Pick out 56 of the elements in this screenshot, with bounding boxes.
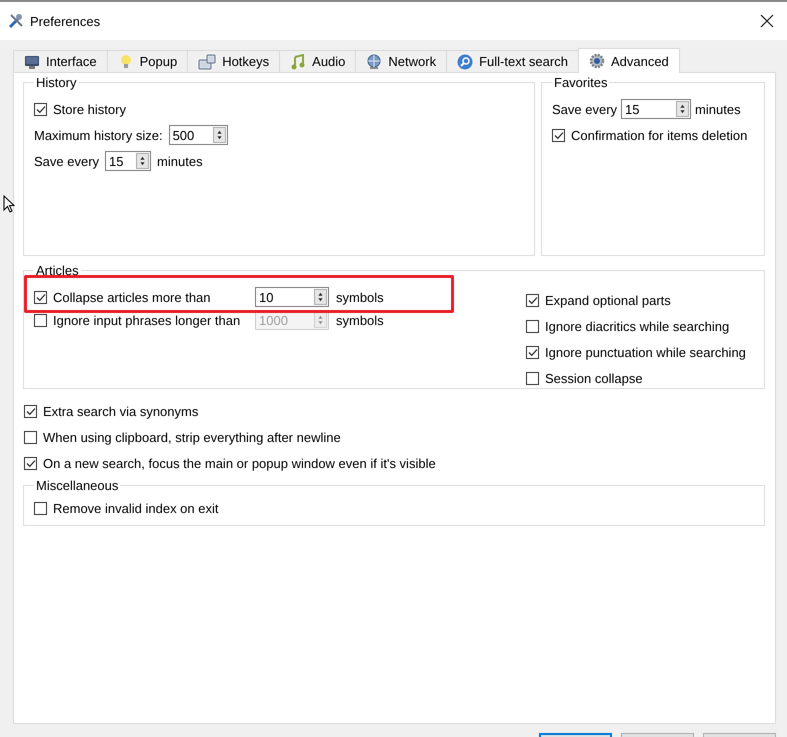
checkbox-label: Session collapse: [545, 370, 643, 386]
tab[interactable]: Advanced: [578, 48, 680, 73]
stepper-arrows-icon[interactable]: [212, 127, 226, 143]
checkbox-label: Confirmation for items deletion: [571, 128, 748, 142]
checkbox-label: Collapse articles more than: [53, 290, 211, 304]
checkbox[interactable]: [34, 502, 47, 514]
unit-label: minutes: [157, 154, 203, 168]
checkbox[interactable]: [526, 346, 539, 358]
checkbox-label: On a new search, focus the main or popup window even if it's visible: [43, 456, 436, 470]
checkbox-label: Ignore punctuation while searching: [545, 344, 746, 360]
group-title: Favorites: [553, 75, 608, 90]
field-label: Save every: [552, 102, 618, 116]
field-label: Maximum history size:: [34, 128, 163, 142]
spin-box[interactable]: 500: [168, 125, 228, 145]
tab[interactable]: Interface: [13, 50, 108, 72]
group-title: Articles: [35, 263, 80, 278]
unit-label: minutes: [695, 102, 741, 116]
stepper-arrows-icon[interactable]: [136, 153, 150, 169]
checkbox[interactable]: [34, 290, 47, 304]
checkbox-label: When using clipboard, strip everything after newline: [43, 430, 341, 444]
spin-box[interactable]: 10: [255, 287, 329, 307]
tools-icon: [8, 13, 24, 29]
unit-label: symbols: [336, 312, 384, 328]
checkbox[interactable]: [24, 456, 37, 470]
monitor-icon: [24, 54, 40, 70]
checkbox[interactable]: [526, 294, 539, 306]
group-title: History: [35, 75, 78, 90]
tab[interactable]: Network: [355, 50, 448, 72]
checkbox-label: Remove invalid index on exit: [53, 500, 218, 516]
checkbox[interactable]: [34, 102, 47, 116]
tab[interactable]: Popup: [106, 50, 188, 72]
globe-icon: [366, 54, 382, 70]
field-label: Save every: [34, 154, 100, 168]
unit-label: symbols: [336, 290, 385, 304]
checkbox-label: Store history: [53, 102, 126, 116]
stepper-arrows-icon[interactable]: [314, 289, 327, 305]
group-title: Miscellaneous: [35, 478, 120, 493]
gear-icon: [588, 53, 605, 69]
tab[interactable]: Audio: [279, 50, 356, 72]
checkbox[interactable]: [526, 320, 539, 332]
checkbox-label: Ignore diacritics while searching: [545, 318, 730, 334]
spin-box[interactable]: 15: [621, 99, 692, 119]
checkbox[interactable]: [24, 430, 37, 444]
checkbox-label: Ignore input phrases longer than: [53, 312, 240, 328]
checkbox-label: Extra search via synonyms: [43, 404, 198, 418]
magnifier-icon: [457, 54, 474, 70]
stepper-arrows-icon[interactable]: [676, 101, 690, 117]
checkbox[interactable]: [24, 404, 37, 418]
window-title: Preferences: [30, 14, 102, 28]
checkbox[interactable]: [526, 372, 539, 384]
tab[interactable]: Hotkeys: [187, 50, 280, 72]
checkbox-label: Expand optional parts: [545, 292, 671, 308]
spin-box[interactable]: 15: [105, 151, 152, 171]
music-note-icon: [290, 54, 306, 70]
checkbox[interactable]: [552, 128, 565, 142]
tab[interactable]: Full-text search: [446, 50, 579, 72]
